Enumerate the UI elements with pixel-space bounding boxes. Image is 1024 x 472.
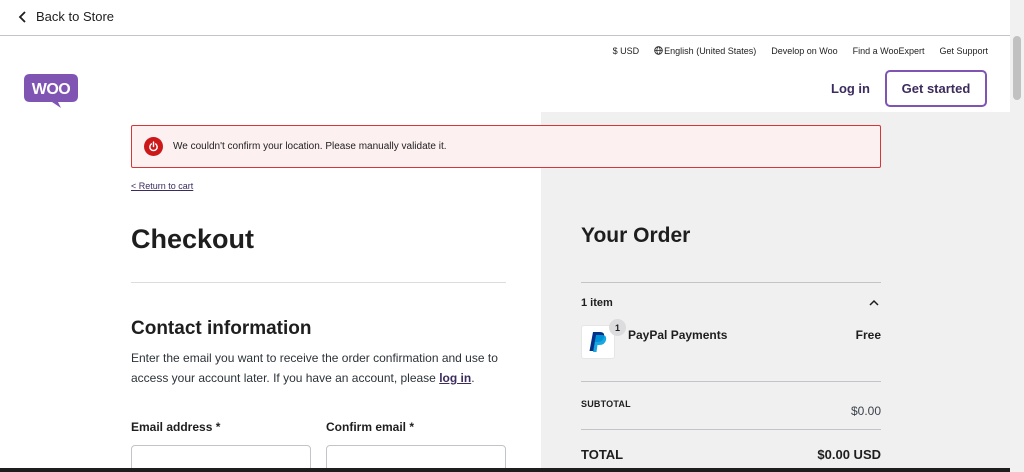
currency-selector[interactable]: $ USD <box>613 46 640 56</box>
utility-nav: $ USD English (United States) Develop on… <box>613 46 988 56</box>
develop-on-woo-link[interactable]: Develop on Woo <box>771 46 837 56</box>
page-title: Checkout <box>131 224 255 254</box>
scrollbar-thumb[interactable] <box>1013 36 1021 100</box>
error-icon <box>144 137 163 156</box>
back-to-store-link[interactable]: Back to Store <box>18 9 114 24</box>
order-divider-bottom <box>581 429 881 430</box>
get-started-button[interactable]: Get started <box>885 70 987 107</box>
subtotal-label: SUBTOTAL <box>581 399 631 409</box>
back-to-store-label: Back to Store <box>36 9 115 24</box>
contact-info-description: Enter the email you want to receive the … <box>131 348 511 388</box>
quantity-badge: 1 <box>609 319 626 336</box>
chevron-left-icon <box>18 10 26 23</box>
confirm-email-label: Confirm email * <box>326 420 415 434</box>
language-label: English (United States) <box>664 46 757 56</box>
email-label: Email address * <box>131 420 221 434</box>
product-name: PayPal Payments <box>628 328 728 342</box>
paypal-icon <box>589 332 607 352</box>
total-label: TOTAL <box>581 447 624 462</box>
return-to-cart-link[interactable]: < Return to cart <box>131 181 193 191</box>
login-link[interactable]: Log in <box>831 81 870 96</box>
page-scrollbar[interactable] <box>1010 0 1024 472</box>
top-bar: Back to Store <box>0 0 1010 36</box>
find-wooexpert-link[interactable]: Find a WooExpert <box>853 46 925 56</box>
get-support-link[interactable]: Get Support <box>939 46 988 56</box>
language-selector[interactable]: English (United States) <box>654 46 756 56</box>
globe-icon <box>654 46 663 55</box>
location-error-alert: We couldn't confirm your location. Pleas… <box>131 125 881 168</box>
order-divider-middle <box>581 381 881 382</box>
chevron-up-icon[interactable] <box>868 298 880 308</box>
contact-text-end: . <box>471 371 475 385</box>
alert-message: We couldn't confirm your location. Pleas… <box>173 141 447 152</box>
woo-logo[interactable]: WOO <box>24 74 78 108</box>
subtotal-value: $0.00 <box>850 404 881 418</box>
contact-login-link[interactable]: log in <box>439 371 471 385</box>
bottom-border <box>0 468 1010 472</box>
product-price: Free <box>855 328 881 342</box>
items-count: 1 item <box>581 297 613 309</box>
checkout-divider <box>131 282 506 283</box>
order-divider-top <box>581 282 881 283</box>
contact-info-heading: Contact information <box>131 318 312 339</box>
woo-logo-text: WOO <box>32 81 71 98</box>
order-title: Your Order <box>581 224 691 247</box>
total-value: $0.00 USD <box>817 447 881 462</box>
